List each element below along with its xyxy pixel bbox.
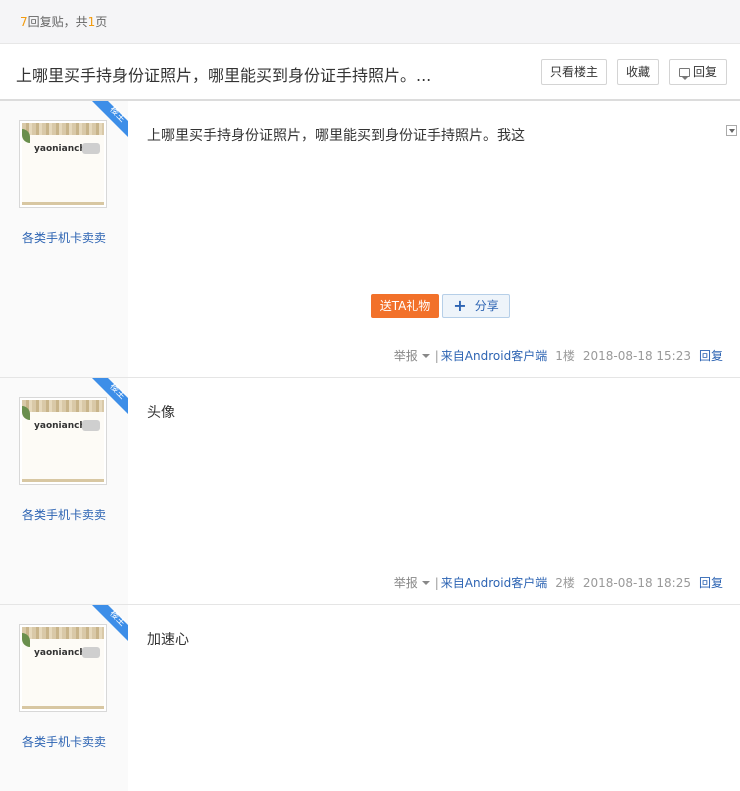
reply-button-label: 回复 — [692, 65, 717, 79]
share-label: 分享 — [474, 299, 499, 313]
username-link[interactable]: 各类手机卡卖卖 — [0, 229, 128, 246]
avatar-border-bottom — [22, 706, 104, 709]
post-time: 2018-08-18 18:25 — [582, 576, 691, 590]
avatar-border-bottom — [22, 202, 104, 205]
op-badge: 楼主 — [92, 378, 128, 414]
reply-link[interactable]: 回复 — [699, 576, 723, 590]
thread-title-bar: 上哪里买手持身份证照片，哪里能买到身份证手持照片。... 只看楼主 收藏 回复 — [0, 44, 740, 101]
reply-count: 7回复贴，共1页 — [20, 13, 107, 30]
post-tail: 举报 | 来自Android客户端 2楼 2018-08-18 18:25 回复 — [394, 574, 723, 591]
post-floor-1: yaonianchen 楼主 各类手机卡卖卖 上哪里买手持身份证照片，哪里能买到… — [0, 101, 740, 378]
avatar-blur — [82, 420, 100, 431]
post-floor-3: yaonianche 楼主 各类手机卡卖卖 加速心 — [0, 605, 740, 791]
plus-icon: + — [453, 296, 467, 315]
separator: | — [434, 576, 439, 590]
reply-count-bar: 7回复贴，共1页 — [0, 0, 740, 44]
client-source[interactable]: 来自Android客户端 — [441, 576, 547, 590]
share-button[interactable]: + 分享 — [442, 294, 510, 318]
thread-title: 上哪里买手持身份证照片，哪里能买到身份证手持照片。... — [16, 66, 432, 85]
op-badge: 楼主 — [92, 605, 128, 641]
chevron-down-icon[interactable] — [421, 581, 430, 585]
avatar-border-bottom — [22, 479, 104, 482]
favorite-button[interactable]: 收藏 — [617, 59, 659, 85]
post-time: 2018-08-18 15:23 — [582, 349, 691, 363]
username-link[interactable]: 各类手机卡卖卖 — [0, 733, 128, 750]
username-link[interactable]: 各类手机卡卖卖 — [0, 506, 128, 523]
only-op-button[interactable]: 只看楼主 — [541, 59, 607, 85]
chevron-down-icon[interactable] — [421, 354, 430, 358]
post-content: 头像 — [147, 405, 175, 421]
reply-link[interactable]: 回复 — [699, 349, 723, 363]
reply-button[interactable]: 回复 — [669, 59, 727, 85]
floor-number: 1楼 — [555, 349, 575, 363]
op-badge: 楼主 — [92, 101, 128, 137]
send-gift-button[interactable]: 送TA礼物 — [371, 294, 439, 318]
report-link[interactable]: 举报 — [394, 349, 418, 363]
post-content: 上哪里买手持身份证照片，哪里能买到身份证手持照片。我这 — [147, 128, 525, 144]
post-tail: 举报 | 来自Android客户端 1楼 2018-08-18 15:23 回复 — [394, 347, 723, 364]
dropdown-icon[interactable] — [726, 125, 737, 136]
post-content: 加速心 — [147, 632, 189, 648]
avatar-blur — [82, 647, 100, 658]
floor-number: 2楼 — [555, 576, 575, 590]
reply-icon — [678, 68, 690, 80]
separator: | — [434, 349, 439, 363]
avatar-blur — [82, 143, 100, 154]
report-link[interactable]: 举报 — [394, 576, 418, 590]
client-source[interactable]: 来自Android客户端 — [441, 349, 547, 363]
page-count-suffix: 页 — [95, 15, 108, 29]
post-floor-2: yaonianchen 楼主 各类手机卡卖卖 头像 举报 | 来自Android客户… — [0, 378, 740, 605]
reply-count-text: 回复贴，共 — [27, 15, 88, 29]
reply-count-number: 7 — [20, 15, 28, 29]
